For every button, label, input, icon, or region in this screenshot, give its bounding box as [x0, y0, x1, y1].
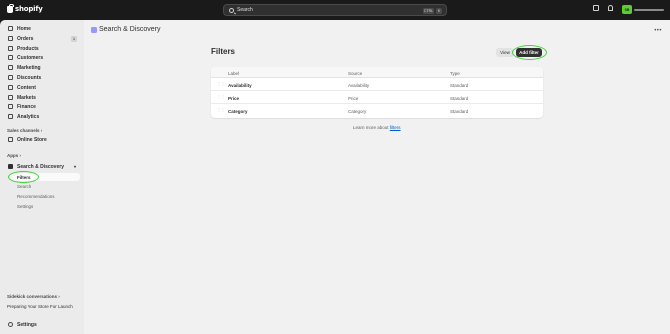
shopify-bag-icon — [7, 3, 14, 13]
shopify-logo[interactable]: shopify — [7, 3, 43, 13]
sidebar-item-customers[interactable]: Customers — [4, 53, 80, 62]
sidebar-item-label: Customers — [17, 54, 44, 61]
sidebar-item-label: Content — [17, 84, 36, 91]
discounts-icon — [8, 75, 13, 80]
sidebar-item-settings[interactable]: Settings — [4, 320, 80, 329]
table-row[interactable]: ⋮⋮ Price Price Standard — [211, 91, 543, 104]
sidebar-item-marketing[interactable]: Marketing — [4, 63, 80, 72]
marketing-icon — [8, 65, 13, 70]
page-title: Filters — [211, 47, 236, 56]
sidebar-item-products[interactable]: Products — [4, 44, 80, 53]
learn-more-prefix: Learn more about — [353, 125, 389, 130]
sidebar-subitem-recommendations[interactable]: Recommendations — [17, 194, 55, 199]
sidebar: Home Orders 1 Products Customers Marketin… — [0, 20, 84, 334]
add-filter-button[interactable]: Add filter — [516, 48, 542, 57]
search-discovery-app-icon — [91, 26, 97, 33]
avatar[interactable]: SB — [622, 5, 632, 14]
learn-more-filters-link[interactable]: filters — [390, 125, 401, 130]
brand-name: shopify — [15, 5, 43, 13]
orders-count-badge: 1 — [71, 35, 77, 42]
more-actions-icon[interactable]: ••• — [654, 28, 662, 34]
search-discovery-app-icon — [8, 164, 13, 169]
online-store-icon — [8, 137, 13, 142]
shortcut-k-key: K — [436, 7, 442, 14]
main-content: Search & Discovery ••• Filters View Add … — [84, 20, 670, 334]
filter-label: Price — [228, 95, 240, 101]
sidebar-item-label: Marketing — [17, 64, 41, 71]
sidebar-item-label: Home — [17, 25, 31, 32]
column-header-label: Label — [228, 70, 240, 76]
filter-type: Standard — [450, 108, 469, 114]
table-header: Label Source Type — [211, 67, 543, 78]
sidebar-item-label: Orders — [17, 35, 34, 42]
sidebar-item-label: Finance — [17, 103, 36, 110]
chevron-down-icon: ▾ — [73, 164, 76, 169]
filter-label: Availability — [228, 82, 252, 88]
sidebar-item-label: Discounts — [17, 74, 42, 81]
sidebar-item-home[interactable]: Home — [4, 24, 80, 33]
apps-heading[interactable]: Apps › — [7, 153, 21, 158]
sales-channels-heading[interactable]: Sales channels › — [7, 128, 42, 133]
sidebar-item-label: Analytics — [17, 113, 40, 120]
top-bar: shopify Search CTRL K SB — [0, 0, 670, 20]
sidekick-conversation-item[interactable]: Preparing Your Store For Launch — [7, 304, 73, 309]
sidebar-item-markets[interactable]: Markets — [4, 93, 80, 102]
markets-icon — [8, 95, 13, 100]
column-header-source: Source — [348, 70, 363, 76]
gear-icon — [8, 322, 13, 327]
filter-source: Availability — [348, 82, 370, 88]
sidebar-item-orders[interactable]: Orders 1 — [4, 34, 80, 43]
sidebar-subitem-search[interactable]: Search — [17, 184, 31, 189]
sidebar-subitem-filters[interactable]: Filters — [10, 173, 80, 181]
analytics-icon — [8, 114, 13, 119]
content-icon — [8, 85, 13, 90]
app-title: Search & Discovery — [99, 26, 161, 33]
filter-type: Standard — [450, 95, 469, 101]
global-search-input[interactable]: Search CTRL K — [223, 4, 447, 16]
app-header: Search & Discovery — [91, 26, 160, 33]
view-button[interactable]: View — [496, 48, 514, 57]
filter-type: Standard — [450, 82, 469, 88]
filter-source: Price — [348, 95, 359, 101]
drag-handle-icon[interactable]: ⋮⋮ — [217, 108, 225, 112]
sidekick-conversations-heading[interactable]: Sidekick conversations › — [7, 294, 60, 299]
store-icon[interactable] — [593, 5, 599, 11]
learn-more-text: Learn more about filters — [353, 125, 401, 130]
sidebar-item-content[interactable]: Content — [4, 83, 80, 92]
drag-handle-icon[interactable]: ⋮⋮ — [217, 95, 225, 99]
table-row[interactable]: ⋮⋮ Category Category Standard — [211, 104, 543, 117]
sidebar-item-label: Online Store — [17, 136, 47, 143]
column-header-type: Type — [450, 70, 460, 76]
sidebar-subitem-settings[interactable]: Settings — [17, 204, 33, 209]
sidebar-item-online-store[interactable]: Online Store — [4, 135, 80, 144]
sidebar-item-analytics[interactable]: Analytics — [4, 112, 80, 121]
filter-source: Category — [348, 108, 367, 114]
table-row[interactable]: ⋮⋮ Availability Availability Standard — [211, 78, 543, 91]
customers-icon — [8, 55, 13, 60]
home-icon — [8, 26, 13, 31]
sidebar-item-label: Markets — [17, 94, 36, 101]
bell-icon[interactable] — [608, 5, 613, 11]
shortcut-ctrl-key: CTRL — [423, 7, 434, 14]
sidebar-item-discounts[interactable]: Discounts — [4, 73, 80, 82]
account-name-redacted[interactable] — [634, 8, 664, 11]
orders-icon — [8, 36, 13, 41]
finance-icon — [8, 104, 13, 109]
products-icon — [8, 46, 13, 51]
search-icon — [229, 7, 234, 13]
sidebar-item-finance[interactable]: Finance — [4, 102, 80, 111]
sidebar-item-label: Search & Discovery — [17, 163, 64, 170]
filters-table: Label Source Type ⋮⋮ Availability Availa… — [211, 67, 543, 118]
drag-handle-icon[interactable]: ⋮⋮ — [217, 82, 225, 86]
sidebar-item-label: Settings — [17, 321, 37, 328]
filter-label: Category — [228, 108, 248, 114]
search-placeholder: Search — [237, 7, 253, 13]
sidebar-item-search-discovery[interactable]: Search & Discovery ▾ — [4, 162, 80, 171]
sidebar-item-label: Products — [17, 45, 39, 52]
